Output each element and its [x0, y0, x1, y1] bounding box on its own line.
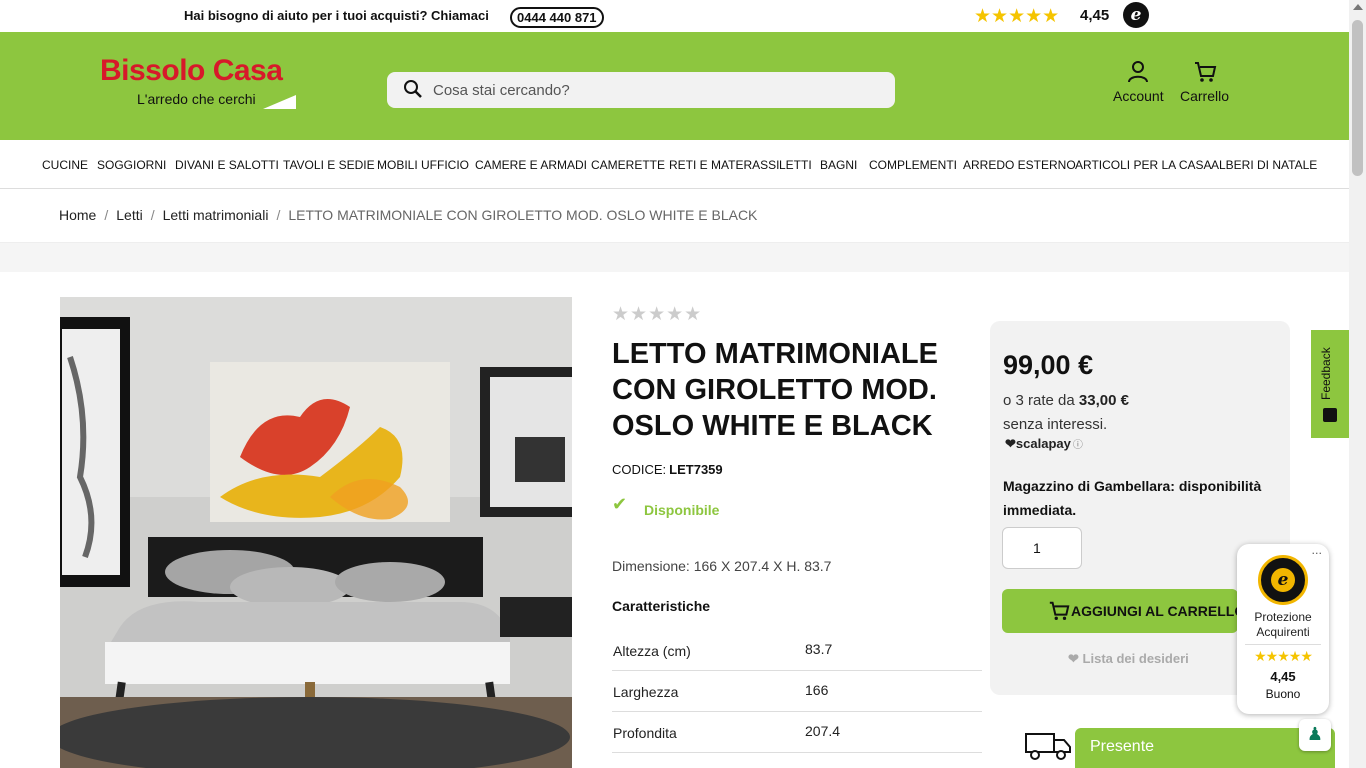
- trusted-shops-seal-icon: e: [1258, 555, 1308, 605]
- breadcrumb-current: LETTO MATRIMONIALE CON GIROLETTO MOD. OS…: [288, 207, 758, 223]
- nav-item-cucine[interactable]: CUCINE: [42, 158, 88, 172]
- add-to-cart-label: AGGIUNGI AL CARRELLO: [1071, 603, 1246, 619]
- spec-value: 207.4: [805, 723, 841, 739]
- spec-row: Larghezza 166: [612, 671, 982, 712]
- nav-item-letti[interactable]: LETTI: [779, 158, 812, 172]
- spec-key: Profondita: [613, 725, 677, 741]
- nav-item-reti-e-materassi[interactable]: RETI E MATERASSI: [669, 158, 779, 172]
- product-price: 99,00 €: [1003, 350, 1094, 380]
- account-button[interactable]: Account: [1113, 60, 1164, 104]
- more-options-icon[interactable]: ...: [1312, 544, 1323, 557]
- product-image[interactable]: [60, 297, 572, 768]
- scalapay-text: scalapay: [1015, 436, 1071, 451]
- site-logo[interactable]: Bissolo Casa L'arredo che cerchi: [100, 54, 296, 109]
- installment-amount: 33,00 €: [1078, 392, 1129, 409]
- info-icon[interactable]: ⓘ: [1073, 440, 1083, 451]
- product-code: CODICE: LET7359: [612, 462, 723, 477]
- chat-widget[interactable]: Presente ♟: [1075, 719, 1335, 768]
- product-title: LETTO MATRIMONIALE CON GIROLETTO MOD. OS…: [612, 338, 938, 442]
- product-rating-stars: ★★★★★: [612, 303, 703, 325]
- logo-tagline: L'arredo che cerchi: [137, 91, 256, 107]
- wishlist-button[interactable]: ❤ Lista dei desideri: [1068, 651, 1189, 667]
- top-bar: Hai bisogno di aiuto per i tuoi acquisti…: [0, 0, 1349, 32]
- search-input[interactable]: [433, 72, 873, 108]
- nav-item-tavoli-e-sedie[interactable]: TAVOLI E SEDIE: [283, 158, 375, 172]
- rating-stars: ★★★★★: [974, 5, 1060, 27]
- breadcrumb-separator: /: [150, 207, 155, 223]
- chat-status: Presente: [1090, 738, 1155, 755]
- logo-triangle-icon: [263, 95, 296, 109]
- breadcrumb-letti-matrimoniali[interactable]: Letti matrimoniali: [163, 207, 269, 223]
- features-title: Caratteristiche: [612, 598, 711, 614]
- installments-prefix: o 3 rate da: [1003, 392, 1075, 409]
- cart-label: Carrello: [1180, 88, 1230, 104]
- scrollbar-thumb[interactable]: [1352, 20, 1363, 176]
- nav-item-alberi-di-natale[interactable]: ALBERI DI NATALE: [1211, 158, 1317, 172]
- buyer-protection-label: Protezione Acquirenti: [1254, 610, 1312, 639]
- main-navigation: CUCINE SOGGIORNI DIVANI E SALOTTI TAVOLI…: [0, 140, 1349, 189]
- feedback-label: Feedback: [1319, 347, 1333, 400]
- trusted-shops-badge[interactable]: ... e Protezione Acquirenti ★★★★★ 4,45 B…: [1237, 544, 1329, 714]
- nav-item-camerette[interactable]: CAMERETTE: [591, 158, 665, 172]
- nav-item-arredo-esterno[interactable]: ARREDO ESTERNO: [963, 158, 1076, 172]
- heart-icon: ❤: [1005, 436, 1016, 451]
- breadcrumb-letti[interactable]: Letti: [116, 207, 142, 223]
- phone-number[interactable]: 0444 440 871: [510, 7, 604, 28]
- scroll-up-arrow-icon[interactable]: [1353, 4, 1363, 10]
- nav-item-divani-e-salotti[interactable]: DIVANI E SALOTTI: [175, 158, 279, 172]
- product-dimensions: Dimensione: 166 X 207.4 X H. 83.7: [612, 558, 832, 574]
- trusted-shops-rating-word: Buono: [1265, 687, 1301, 701]
- spec-value: 166: [805, 682, 829, 698]
- cart-icon: [1194, 62, 1216, 82]
- account-label: Account: [1113, 88, 1164, 104]
- spec-row: Profondita 207.4: [612, 712, 982, 753]
- nav-item-bagni[interactable]: BAGNI: [820, 158, 857, 172]
- check-icon: ✔: [612, 494, 628, 515]
- spec-key: Larghezza: [613, 684, 679, 700]
- breadcrumb: Home / Letti / Letti matrimoniali / LETTO MATR…: [59, 207, 757, 223]
- add-to-cart-button[interactable]: AGGIUNGI AL CARRELLO: [1002, 589, 1245, 633]
- spec-value: 83.7: [805, 641, 833, 657]
- trusted-shops-score: 4,45: [1270, 669, 1296, 684]
- wishlist-label: Lista dei desideri: [1082, 651, 1189, 666]
- search-bar[interactable]: [387, 72, 895, 108]
- installments-suffix: senza interessi.: [1003, 416, 1108, 433]
- availability-status: Disponibile: [644, 502, 720, 518]
- nav-item-soggiorni[interactable]: SOGGIORNI: [97, 158, 166, 172]
- stock-info: Magazzino di Gambellara: disponibilità i…: [1003, 478, 1262, 518]
- breadcrumb-home[interactable]: Home: [59, 207, 96, 223]
- trusted-shops-stars: ★★★★★: [1254, 649, 1313, 665]
- logo-text: Bissolo Casa: [100, 54, 283, 87]
- spec-row: Altezza (cm) 83.7: [612, 630, 982, 671]
- spec-key: Altezza (cm): [613, 643, 691, 659]
- nav-item-mobili-ufficio[interactable]: MOBILI UFFICIO: [377, 158, 469, 172]
- rating-score: 4,45: [1080, 7, 1110, 24]
- nav-item-articoli-per-la-casa[interactable]: ARTICOLI PER LA CASA: [1075, 158, 1212, 172]
- section-divider: [0, 242, 1349, 272]
- trusted-shops-e-icon[interactable]: e: [1123, 2, 1149, 28]
- cart-button[interactable]: Carrello: [1180, 60, 1229, 104]
- installments-line: o 3 rate da 33,00 €: [1003, 392, 1129, 409]
- user-icon: [1128, 61, 1149, 83]
- delivery-truck-icon: [1024, 730, 1072, 766]
- divider: [1245, 644, 1321, 645]
- scalapay-logo[interactable]: ❤scalapay ⓘ: [1005, 436, 1083, 452]
- nav-item-complementi[interactable]: COMPLEMENTI: [869, 158, 957, 172]
- heart-icon: ❤: [1068, 651, 1079, 666]
- quantity-input[interactable]: 1: [1002, 527, 1082, 569]
- breadcrumb-separator: /: [104, 207, 109, 223]
- feedback-icon: [1323, 408, 1337, 422]
- chat-person-icon[interactable]: ♟: [1299, 719, 1331, 751]
- cart-icon: [1049, 601, 1070, 620]
- product-code-value: LET7359: [669, 462, 723, 477]
- product-code-label: CODICE:: [612, 462, 667, 477]
- breadcrumb-separator: /: [276, 207, 281, 223]
- nav-item-camere-e-armadi[interactable]: CAMERE E ARMADI: [475, 158, 587, 172]
- search-icon[interactable]: [403, 79, 423, 104]
- feedback-tab[interactable]: Feedback: [1311, 330, 1349, 438]
- help-text: Hai bisogno di aiuto per i tuoi acquisti…: [184, 8, 489, 23]
